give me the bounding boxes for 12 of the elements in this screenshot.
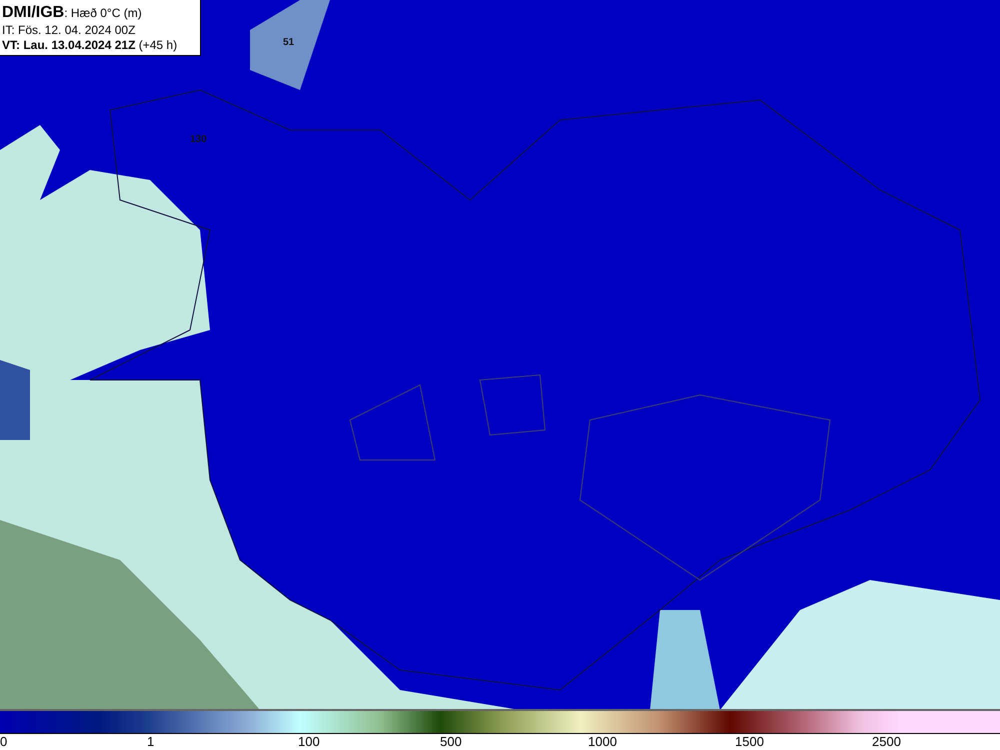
scale-tick-label: 1500 xyxy=(735,734,765,750)
valid-time: VT: Lau. 13.04.2024 21Z (+45 h) xyxy=(2,38,178,52)
map-title: DMI/IGB: Hæð 0°C (m) xyxy=(2,4,143,22)
scale-tick-label: 1000 xyxy=(588,734,618,750)
map-value-label: 130 xyxy=(190,134,207,145)
scale-tick-label: 2500 xyxy=(872,734,902,750)
scale-tick-label: 500 xyxy=(440,734,463,750)
scale-tick-label: 1 xyxy=(147,734,156,750)
map-value-label: 51 xyxy=(283,37,294,48)
scale-tick-label: 0 xyxy=(0,734,8,750)
init-time: IT: Fös. 12. 04. 2024 00Z xyxy=(2,23,136,37)
scale-tick-label: 100 xyxy=(298,734,321,750)
